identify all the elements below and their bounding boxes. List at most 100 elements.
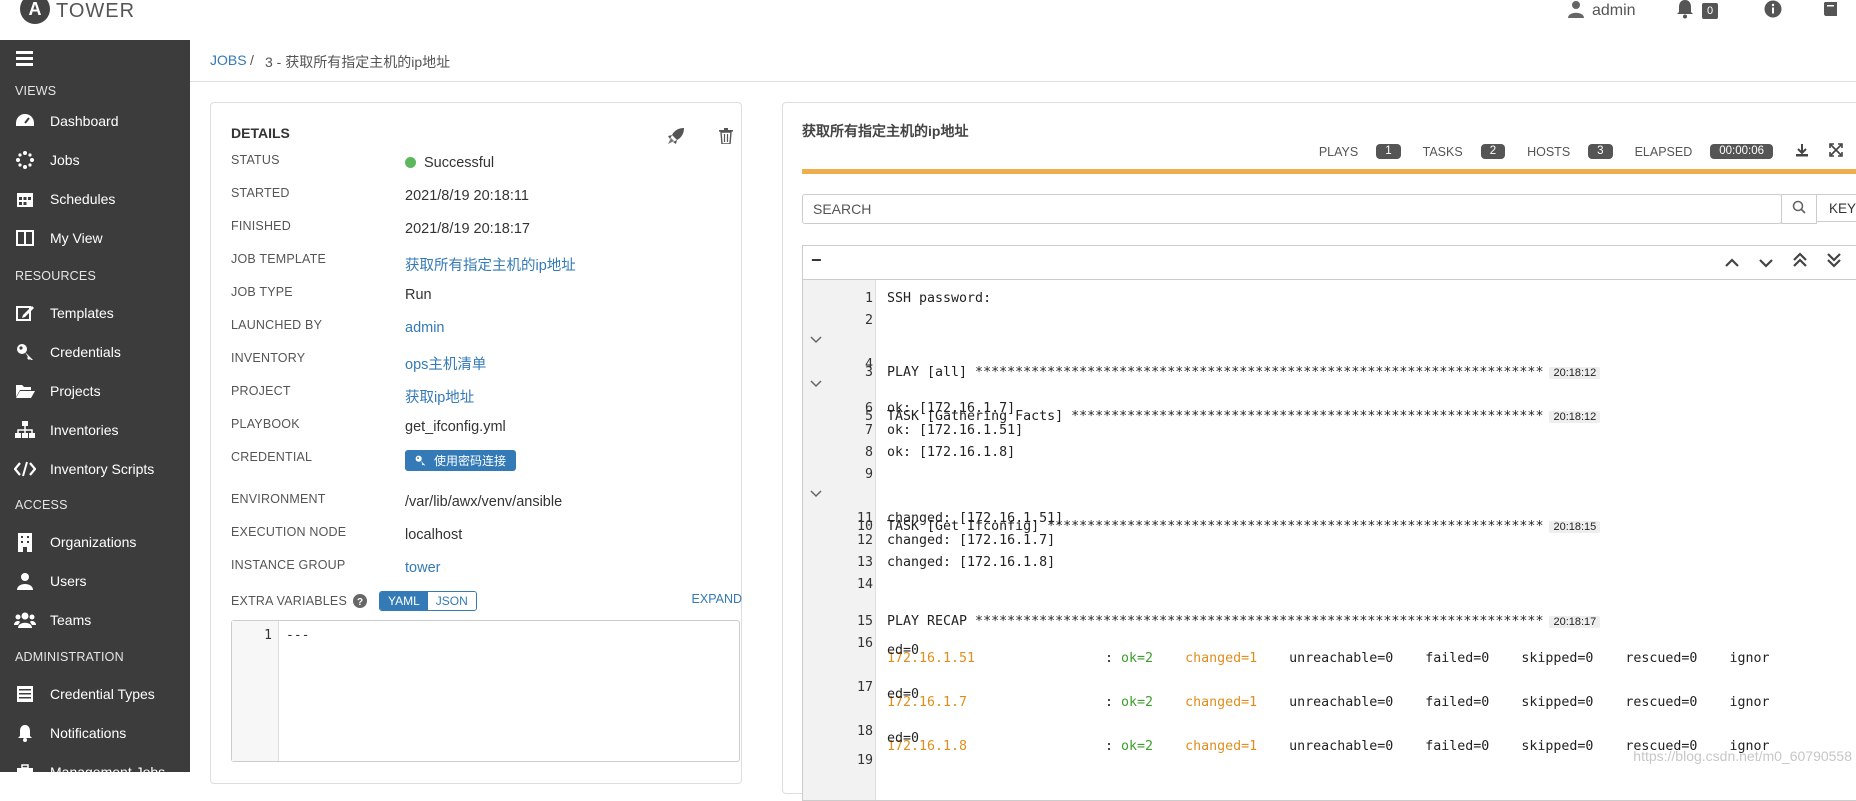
chevron-down-icon[interactable] <box>810 487 822 502</box>
about-button[interactable] <box>1764 0 1782 22</box>
sidebar-item-projects[interactable]: Projects <box>0 374 190 408</box>
log-line: 2 <box>864 313 873 328</box>
log-line: 10 TASK [Get Ifconfig] ******************… <box>803 487 1856 534</box>
docs-button[interactable] <box>1822 0 1840 22</box>
chevron-up-icon[interactable] <box>1725 255 1739 273</box>
editor-content: --- <box>286 628 310 643</box>
sidebar-item-label: My View <box>50 230 103 246</box>
search-placeholder: SEARCH <box>813 201 872 217</box>
detail-label: CREDENTIAL <box>231 450 313 464</box>
sidebar-item-label: Credentials <box>50 344 121 360</box>
dashboard-icon <box>14 110 36 132</box>
sidebar-item-schedules[interactable]: Schedules <box>0 182 190 216</box>
sidebar-section-access: ACCESS <box>15 498 68 512</box>
detail-label: INVENTORY <box>231 351 306 365</box>
log-text: ok: [172.16.1.7] <box>887 401 1016 416</box>
info-icon <box>1764 0 1782 23</box>
sidebar-item-label: Credential Types <box>50 686 155 702</box>
double-chevron-down-icon[interactable] <box>1827 252 1841 273</box>
search-icon <box>1792 200 1806 219</box>
help-question-icon[interactable]: ? <box>353 594 367 613</box>
chevron-down-icon[interactable] <box>1759 255 1773 273</box>
bell-icon <box>1676 0 1694 24</box>
job-template-link[interactable]: 获取所有指定主机的ip地址 <box>405 254 576 275</box>
detail-project: PROJECT 获取ip地址 <box>231 384 731 410</box>
breadcrumb-jobs-link[interactable]: JOBS <box>210 52 247 68</box>
detail-finished: FINISHED 2021/8/19 20:18:17 <box>231 219 731 245</box>
chevron-down-icon[interactable] <box>810 377 822 392</box>
detail-environment: ENVIRONMENT /var/lib/awx/venv/ansible <box>231 492 731 518</box>
expand-link[interactable]: EXPAND <box>692 592 742 606</box>
sidebar-item-credentials[interactable]: Credentials <box>0 335 190 369</box>
sidebar-item-dashboard[interactable]: Dashboard <box>0 104 190 138</box>
chevron-down-icon[interactable] <box>810 333 822 348</box>
yaml-toggle[interactable]: YAML <box>380 592 428 610</box>
sidebar-item-users[interactable]: Users <box>0 564 190 598</box>
building-icon <box>14 531 36 553</box>
plays-label: PLAYS <box>1318 144 1359 159</box>
download-icon[interactable] <box>1795 143 1809 160</box>
sidebar-item-label: Inventory Scripts <box>50 461 155 477</box>
sidebar-item-label: Notifications <box>50 725 127 741</box>
hamburger-menu-icon[interactable] <box>16 51 33 71</box>
instance-group-link[interactable]: tower <box>405 560 440 576</box>
sidebar-item-inventories[interactable]: Inventories <box>0 413 190 447</box>
job-progress-bar <box>802 169 1856 174</box>
log-line: 12 changed: [172.16.1.7] <box>856 533 1056 548</box>
extra-vars-editor[interactable]: 1 --- <box>231 620 740 762</box>
recap-line: 18 172.16.1.8: ok=2 changed=1 unreachabl… <box>856 724 1770 754</box>
user-name: admin <box>1592 2 1636 19</box>
notifications[interactable]: 0 <box>1676 0 1719 24</box>
notifications-count: 0 <box>1702 3 1719 19</box>
detail-label: INSTANCE GROUP <box>231 558 346 572</box>
log-text: ed=0 <box>887 731 920 746</box>
credential-badge[interactable]: 使用密码连接 <box>405 450 517 471</box>
key-button[interactable]: KEY <box>1816 194 1856 222</box>
key-icon <box>415 455 426 466</box>
double-chevron-up-icon[interactable] <box>1793 252 1807 273</box>
detail-value: Successful <box>405 155 494 171</box>
ansible-logo[interactable]: A <box>20 0 50 24</box>
tasks-label: TASKS <box>1422 144 1463 159</box>
folder-open-icon <box>14 380 36 402</box>
sidebar-item-templates[interactable]: Templates <box>0 296 190 330</box>
sidebar-item-credential-types[interactable]: Credential Types <box>0 677 190 711</box>
sidebar-item-my-view[interactable]: My View <box>0 221 190 255</box>
detail-job-template: JOB TEMPLATE 获取所有指定主机的ip地址 <box>231 252 731 278</box>
svg-text:?: ? <box>357 597 363 608</box>
inventory-link[interactable]: ops主机清单 <box>405 353 486 374</box>
sidebar-item-management-jobs[interactable]: Management Jobs <box>0 755 190 789</box>
delete-trash-icon[interactable] <box>719 128 733 149</box>
credential-name: 使用密码连接 <box>434 454 507 468</box>
project-link[interactable]: 获取ip地址 <box>405 386 474 407</box>
status-text: Successful <box>424 155 495 171</box>
detail-value: /var/lib/awx/venv/ansible <box>405 494 563 510</box>
recap-line: 17 172.16.1.7: ok=2 changed=1 unreachabl… <box>856 680 1770 710</box>
search-button[interactable] <box>1781 194 1817 224</box>
detail-inventory: INVENTORY ops主机清单 <box>231 351 731 377</box>
bell-icon <box>14 722 36 744</box>
json-toggle[interactable]: JSON <box>427 592 476 610</box>
collapse-all-button[interactable]: − <box>811 250 822 271</box>
output-panel: 获取所有指定主机的ip地址 PLAYS 1 TASKS 2 HOSTS 3 ELAPS… <box>782 102 1856 801</box>
sidebar-item-label: Users <box>50 573 87 589</box>
code-icon <box>14 458 36 480</box>
log-line: 3 PLAY [all] ****************************… <box>803 333 1856 380</box>
search-input[interactable]: SEARCH <box>802 194 1782 224</box>
details-title: DETAILS <box>231 125 290 141</box>
sidebar-item-inventory-scripts[interactable]: Inventory Scripts <box>0 452 190 486</box>
relaunch-rocket-icon[interactable] <box>667 127 685 150</box>
sidebar-item-notifications[interactable]: Notifications <box>0 716 190 750</box>
tasks-count: 2 <box>1480 144 1506 159</box>
log-line: 4 <box>864 357 873 372</box>
sidebar-item-organizations[interactable]: Organizations <box>0 525 190 559</box>
user-menu[interactable]: admin <box>1568 0 1636 22</box>
app-name: TOWER <box>56 0 136 22</box>
elapsed-label: ELAPSED <box>1634 144 1693 159</box>
sidebar-item-teams[interactable]: Teams <box>0 603 190 637</box>
sidebar-item-jobs[interactable]: Jobs <box>0 143 190 177</box>
detail-launched-by: LAUNCHED BY admin <box>231 318 731 344</box>
users-icon <box>14 609 36 631</box>
launched-by-link[interactable]: admin <box>405 320 445 336</box>
fullscreen-icon[interactable] <box>1829 143 1843 160</box>
